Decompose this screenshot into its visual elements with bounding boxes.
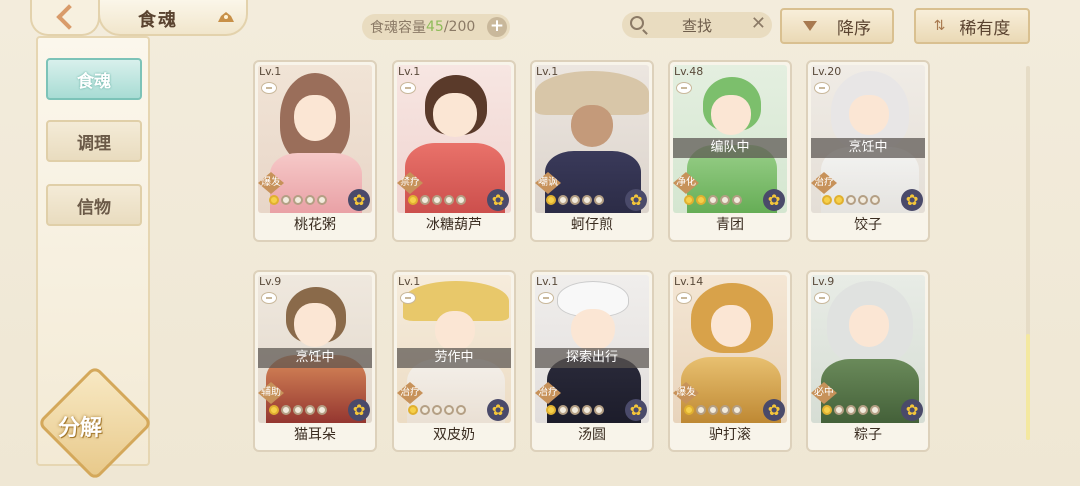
level-label: Lv.48 [674, 65, 704, 78]
sort-rarity-button[interactable]: ⇅ 稀有度 [914, 8, 1030, 44]
soul-name: 粽子 [854, 427, 882, 443]
sidebar: 食魂 调理 信物 分解 [36, 36, 153, 481]
top-bar: 食魂 食魂容量 45 /200 + 查找 ✕ 降序 ⇅ 稀有度 [0, 0, 1080, 52]
star-rating [269, 195, 327, 205]
soul-name: 饺子 [854, 217, 882, 233]
star-rating [546, 405, 604, 415]
star-rating [408, 405, 466, 415]
level-label: Lv.1 [398, 275, 421, 288]
page-title: 食魂 [138, 10, 178, 31]
chat-bubble-icon [400, 292, 416, 304]
soul-name: 双皮奶 [433, 427, 475, 443]
status-banner: 探索出行 [535, 348, 649, 368]
star-rating [684, 195, 742, 205]
flower-icon [348, 399, 370, 421]
flower-icon [487, 189, 509, 211]
level-label: Lv.1 [536, 65, 559, 78]
chat-bubble-icon [538, 292, 554, 304]
swap-icon: ⇅ [933, 18, 946, 34]
chat-bubble-icon [676, 82, 692, 94]
soul-card-5[interactable]: Lv.9 烹饪中 辅助 猫耳朵 [253, 270, 377, 452]
status-banner: 编队中 [673, 138, 787, 158]
sidebar-item-tokens[interactable]: 信物 [46, 184, 142, 226]
decompose-label: 分解 [58, 416, 103, 441]
sort-descending-button[interactable]: 降序 [780, 8, 894, 44]
soul-name: 蚵仔煎 [571, 217, 613, 233]
star-rating [269, 405, 327, 415]
sidebar-item-souls[interactable]: 食魂 [46, 58, 142, 100]
soul-name: 桃花粥 [294, 217, 336, 233]
flower-icon [487, 399, 509, 421]
level-label: Lv.9 [259, 275, 282, 288]
status-banner: 烹饪中 [258, 348, 372, 368]
level-label: Lv.20 [812, 65, 842, 78]
rarity-label: 稀有度 [959, 18, 1011, 39]
sidebar-item-label: 调理 [77, 133, 111, 154]
back-button[interactable] [30, 0, 100, 36]
level-label: Lv.1 [536, 275, 559, 288]
star-rating [546, 195, 604, 205]
level-label: Lv.14 [674, 275, 704, 288]
soul-card-8[interactable]: Lv.14 爆发 驴打滚 [668, 270, 792, 452]
chat-bubble-icon [814, 82, 830, 94]
flower-icon [901, 399, 923, 421]
search-icon [630, 16, 644, 30]
status-banner: 劳作中 [397, 348, 511, 368]
soul-card-6[interactable]: Lv.1 劳作中 治疗 双皮奶 [392, 270, 516, 452]
star-rating [684, 405, 742, 415]
flower-icon [348, 189, 370, 211]
add-capacity-button[interactable]: + [487, 17, 507, 37]
close-icon[interactable]: ✕ [751, 13, 766, 34]
title-tab: 食魂 [98, 0, 248, 36]
search-placeholder: 查找 [682, 17, 713, 35]
soul-name: 猫耳朵 [294, 427, 336, 443]
chat-bubble-icon [400, 82, 416, 94]
soul-card-4[interactable]: Lv.20 烹饪中 治疗 饺子 [806, 60, 930, 242]
hat-icon [218, 12, 234, 22]
sidebar-item-label: 信物 [77, 197, 111, 218]
level-label: Lv.1 [259, 65, 282, 78]
soul-card-3[interactable]: Lv.48 编队中 净化 青团 [668, 60, 792, 242]
soul-card-2[interactable]: Lv.1 嘲讽 蚵仔煎 [530, 60, 654, 242]
chat-bubble-icon [261, 82, 277, 94]
star-rating [822, 195, 880, 205]
soul-name: 汤圆 [578, 427, 606, 443]
level-label: Lv.9 [812, 275, 835, 288]
scrollbar-thumb[interactable] [1026, 334, 1030, 440]
sidebar-item-label: 食魂 [77, 71, 111, 92]
flower-icon [625, 189, 647, 211]
capacity-display: 食魂容量 45 /200 + [362, 14, 510, 40]
chat-bubble-icon [814, 292, 830, 304]
status-banner: 烹饪中 [811, 138, 925, 158]
level-label: Lv.1 [398, 65, 421, 78]
soul-card-9[interactable]: Lv.9 必中 粽子 [806, 270, 930, 452]
capacity-total: /200 [443, 19, 476, 35]
back-chevron-icon [56, 4, 82, 30]
chat-bubble-icon [261, 292, 277, 304]
soul-name: 驴打滚 [709, 427, 751, 443]
capacity-label: 食魂容量 [370, 20, 426, 36]
sort-label: 降序 [837, 18, 871, 39]
star-rating [408, 195, 466, 205]
soul-name: 冰糖葫芦 [426, 217, 482, 233]
flower-icon [625, 399, 647, 421]
soul-card-1[interactable]: Lv.1 禁疗 冰糖葫芦 [392, 60, 516, 242]
soul-card-0[interactable]: Lv.1 爆发 桃花粥 [253, 60, 377, 242]
capacity-current: 45 [426, 19, 444, 35]
flower-icon [901, 189, 923, 211]
star-rating [822, 405, 880, 415]
sidebar-item-recipes[interactable]: 调理 [46, 120, 142, 162]
flower-icon [763, 189, 785, 211]
soul-name: 青团 [716, 217, 744, 233]
search-input[interactable]: 查找 ✕ [622, 12, 772, 38]
flower-icon [763, 399, 785, 421]
soul-card-7[interactable]: Lv.1 探索出行 治疗 汤圆 [530, 270, 654, 452]
triangle-down-icon [803, 21, 817, 31]
chat-bubble-icon [676, 292, 692, 304]
